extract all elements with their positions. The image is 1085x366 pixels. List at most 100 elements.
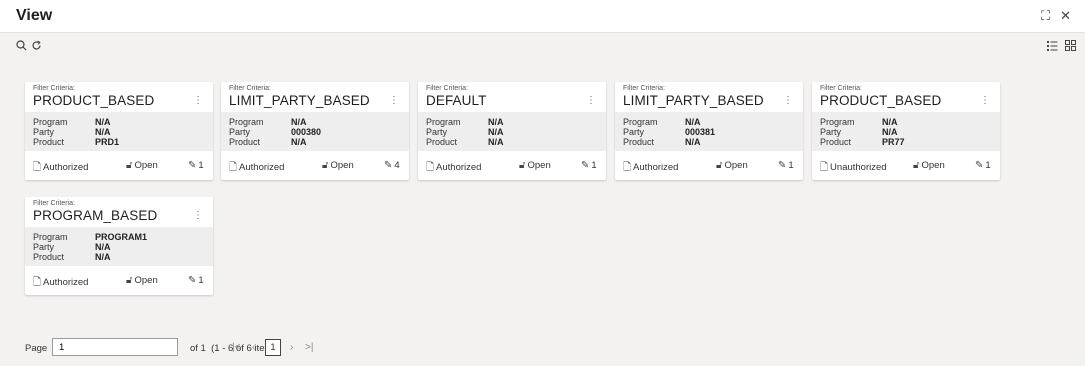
product-key: Product [229, 137, 261, 147]
filter-card[interactable]: Filter Criteria: PRODUCT_BASED ⋮ Program… [25, 82, 213, 180]
filter-criteria-name: LIMIT_PARTY_BASED [229, 93, 370, 108]
edit-count: ✎ 1 [188, 160, 204, 171]
toolbar [0, 33, 1085, 61]
program-value: N/A [882, 117, 898, 127]
document-icon: 🗋 [426, 162, 435, 173]
last-page-button[interactable]: >| [305, 342, 313, 353]
edit-count: ✎ 1 [778, 160, 794, 171]
first-page-button[interactable]: |< [232, 342, 240, 353]
filter-criteria-name: PRODUCT_BASED [820, 93, 942, 108]
pagination: Page of 1 (1 - 6 of 6 items) |< ‹ 1 › >| [0, 338, 1085, 358]
edit-icon: ✎ [778, 160, 787, 171]
status-badge: 🗋 Authorized [33, 277, 89, 288]
kebab-menu-icon[interactable]: ⋮ [783, 95, 793, 106]
lock-status: 🔓︎ Open [519, 160, 551, 171]
maximize-icon[interactable]: ⛶ [1041, 8, 1050, 24]
program-key: Program [33, 232, 68, 242]
edit-icon: ✎ [384, 160, 393, 171]
list-view-icon[interactable] [1047, 39, 1058, 54]
document-icon: 🗋 [229, 162, 238, 173]
party-key: Party [426, 127, 448, 137]
edit-icon: ✎ [188, 160, 197, 171]
filter-criteria-label: Filter Criteria: [820, 85, 863, 92]
lock-status: 🔓︎ Open [322, 160, 354, 171]
page-input[interactable] [52, 338, 178, 356]
program-key: Program [229, 117, 264, 127]
product-value: N/A [291, 137, 307, 147]
edit-count: ✎ 1 [188, 275, 204, 286]
status-badge: 🗋 Authorized [33, 162, 89, 173]
unlock-icon: 🔓︎ [913, 160, 920, 171]
program-key: Program [426, 117, 461, 127]
party-key: Party [229, 127, 251, 137]
kebab-menu-icon[interactable]: ⋮ [193, 95, 203, 106]
lock-status: 🔓︎ Open [126, 160, 158, 171]
program-key: Program [623, 117, 658, 127]
lock-status: 🔓︎ Open [913, 160, 945, 171]
program-value: N/A [95, 117, 111, 127]
edit-count: ✎ 1 [581, 160, 597, 171]
filter-criteria-label: Filter Criteria: [229, 85, 272, 92]
status-badge: 🗋 Authorized [623, 162, 679, 173]
program-key: Program [33, 117, 68, 127]
filter-card[interactable]: Filter Criteria: LIMIT_PARTY_BASED ⋮ Pro… [221, 82, 409, 180]
document-icon: 🗋 [820, 162, 829, 173]
party-value: N/A [95, 242, 111, 252]
filter-criteria-label: Filter Criteria: [426, 85, 469, 92]
status-badge: 🗋 Unauthorized [820, 162, 887, 173]
program-value: N/A [685, 117, 701, 127]
filter-card[interactable]: Filter Criteria: PRODUCT_BASED ⋮ Program… [812, 82, 1000, 180]
refresh-icon[interactable] [31, 39, 42, 54]
grid-view-icon[interactable] [1065, 39, 1076, 54]
filter-criteria-name: LIMIT_PARTY_BASED [623, 93, 764, 108]
unlock-icon: 🔓︎ [126, 275, 133, 286]
party-value: 000380 [291, 127, 322, 137]
lock-status: 🔓︎ Open [716, 160, 748, 171]
filter-criteria-name: DEFAULT [426, 93, 487, 108]
kebab-menu-icon[interactable]: ⋮ [586, 95, 596, 106]
kebab-menu-icon[interactable]: ⋮ [389, 95, 399, 106]
title-bar: View ⛶ ✕ [0, 0, 1085, 33]
edit-icon: ✎ [581, 160, 590, 171]
prev-page-button[interactable]: ‹ [252, 342, 255, 353]
product-value: PRD1 [95, 137, 120, 147]
product-key: Product [33, 252, 65, 262]
unlock-icon: 🔓︎ [322, 160, 329, 171]
page-title: View [16, 7, 53, 24]
party-value: N/A [95, 127, 111, 137]
edit-icon: ✎ [188, 275, 197, 286]
filter-criteria-name: PROGRAM_BASED [33, 208, 158, 223]
party-key: Party [820, 127, 842, 137]
product-key: Product [623, 137, 655, 147]
party-key: Party [623, 127, 645, 137]
program-value: PROGRAM1 [95, 232, 148, 242]
program-value: N/A [488, 117, 504, 127]
status-badge: 🗋 Authorized [229, 162, 285, 173]
kebab-menu-icon[interactable]: ⋮ [193, 210, 203, 221]
search-icon[interactable] [16, 39, 27, 54]
product-key: Product [820, 137, 852, 147]
filter-criteria-label: Filter Criteria: [623, 85, 666, 92]
edit-count: ✎ 1 [975, 160, 991, 171]
filter-card[interactable]: Filter Criteria: LIMIT_PARTY_BASED ⋮ Pro… [615, 82, 803, 180]
product-key: Product [33, 137, 65, 147]
product-value: N/A [95, 252, 111, 262]
document-icon: 🗋 [33, 277, 42, 288]
page-label: Page [25, 343, 48, 354]
party-value: 000381 [685, 127, 716, 137]
product-value: PR77 [882, 137, 905, 147]
program-key: Program [820, 117, 855, 127]
filter-card[interactable]: Filter Criteria: PROGRAM_BASED ⋮ Program… [25, 197, 213, 295]
filter-criteria-label: Filter Criteria: [33, 200, 76, 207]
edit-count: ✎ 4 [384, 160, 400, 171]
kebab-menu-icon[interactable]: ⋮ [980, 95, 990, 106]
current-page[interactable]: 1 [265, 339, 281, 356]
document-icon: 🗋 [623, 162, 632, 173]
filter-criteria-name: PRODUCT_BASED [33, 93, 155, 108]
unlock-icon: 🔓︎ [716, 160, 723, 171]
product-key: Product [426, 137, 458, 147]
close-icon[interactable]: ✕ [1060, 8, 1071, 24]
filter-card[interactable]: Filter Criteria: DEFAULT ⋮ Program N/A Pa… [418, 82, 606, 180]
next-page-button[interactable]: › [290, 342, 293, 353]
program-value: N/A [291, 117, 307, 127]
